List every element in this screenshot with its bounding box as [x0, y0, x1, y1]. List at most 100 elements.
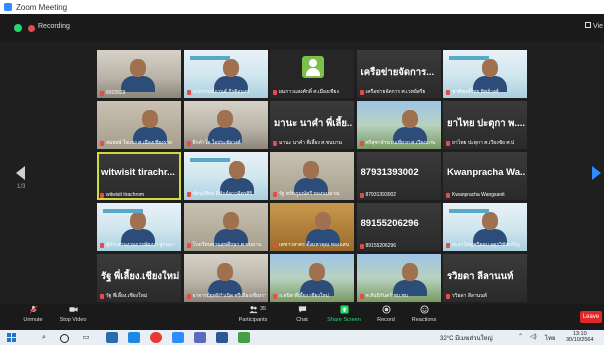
- video-camera-icon: [68, 307, 78, 312]
- participant-name-label: อาจารย์ยุทธิกำเนิด ศรีเมืองเชียงรา: [186, 292, 266, 300]
- language-indicator[interactable]: ไทย: [545, 333, 556, 343]
- participant-name-label: มานะ นาคำ พี่เลี้ยง ศ.ชนบาน: [273, 139, 352, 147]
- mic-muted-icon: [446, 293, 450, 299]
- zoom-app-icon[interactable]: [172, 332, 184, 343]
- reactions-button[interactable]: Reactions: [399, 305, 449, 323]
- view-button[interactable]: Vie: [585, 22, 603, 30]
- participant-name-label: ผมกาวแสงศักดิ์ ศ.เมืองเชียง: [273, 88, 352, 96]
- tray-chevron-icon[interactable]: ⌃: [518, 333, 523, 340]
- mic-muted-icon: [186, 140, 191, 146]
- participant-tile[interactable]: ผมกาวแสงศักดิ์ ศ.เมืองเชียง: [270, 50, 354, 98]
- participant-tile[interactable]: มานะ นาคำ พี่เลี้ย... มานะ นาคำ พี่เลี้ยง…: [270, 101, 354, 149]
- participant-display-name: Kwanpracha Wa...: [447, 167, 525, 178]
- mic-muted-icon: [273, 293, 277, 299]
- participants-button[interactable]: Participants: [228, 305, 278, 323]
- participant-tile[interactable]: ชาติพงษ์ไทย ทิพย์วงศ์: [443, 50, 527, 98]
- participant-tile[interactable]: ยะลาใหญ่ศรีตอบ จตุรวิชัยเจริญ: [443, 203, 527, 251]
- store-icon[interactable]: [128, 332, 140, 343]
- mic-muted-icon: [273, 89, 277, 95]
- file-explorer-icon[interactable]: [106, 332, 118, 343]
- participant-name: witwisit tirachrom: [106, 192, 145, 198]
- participant-name: ศรีสุชาจำนวนเที่ยวก ศ.เวียงแก่น: [365, 140, 436, 146]
- participant-tile[interactable]: 89155206296 89155206296: [356, 203, 441, 251]
- participant-name: อาจารย์ยุทธิกำเนิด ศรีเมืองเชียงรา: [192, 293, 266, 299]
- window-title: Zoom Meeting: [16, 2, 68, 12]
- windows-start-icon[interactable]: [7, 333, 16, 342]
- participant-tile[interactable]: Kwanpracha Wa... Kwanpracha Wangsanit: [443, 152, 527, 200]
- volume-icon[interactable]: ◁): [530, 333, 537, 340]
- participant-tile[interactable]: 8915529: [97, 50, 181, 98]
- zoom-logo-icon: [4, 3, 12, 11]
- participant-name: รัฐ พี่เลี้ยง.เชียงใหม่: [106, 293, 148, 299]
- participant-tile[interactable]: รัฐ ตรัทภูมณ์ศรี ทองนมมาณ: [270, 152, 354, 200]
- chrome-icon[interactable]: [150, 332, 162, 343]
- participant-name: ยึกคำโต ใจประชัยวงศ์: [192, 140, 241, 146]
- participant-display-name: รัฐ พี่เลี้ยง.เชียงใหม่: [101, 271, 179, 282]
- next-page-arrow-icon[interactable]: [592, 166, 601, 180]
- participant-face: [303, 161, 319, 179]
- previous-page-arrow-icon[interactable]: [16, 166, 25, 180]
- participant-tile[interactable]: ยาไทย ปะตุกา พ.... ยาไทย ปะตุกา ศ.เวียงชั…: [443, 101, 527, 149]
- participant-tile[interactable]: รัฐ พี่เลี้ยง.เชียงใหม่รัฐ พี่เลี้ยง.เชี…: [97, 254, 181, 302]
- participant-name-label: อ.สนิท พี่เลี้ยง.เชียงใหม่: [273, 292, 352, 300]
- participant-tile[interactable]: เครือข่ายจัดการ... เครือข่ายจัดการ ศ.เวทย…: [356, 50, 441, 98]
- participant-face: [482, 59, 498, 77]
- participant-name-label: ขัดนุปัติจง ดีพันธ์ดาวจิตรศิริ: [186, 190, 266, 198]
- cortana-icon[interactable]: [60, 334, 69, 343]
- leave-button[interactable]: Leave: [580, 311, 602, 323]
- participant-tile[interactable]: ผู้ประสานงานการพัฒนา ลูกมนา: [97, 203, 181, 251]
- stop-video-label: Stop Video: [59, 317, 87, 323]
- chat-label: Chat: [296, 317, 308, 323]
- participant-face: [309, 263, 325, 281]
- stop-video-button[interactable]: Stop Video: [48, 305, 98, 323]
- participant-tile[interactable]: ขัดนุปัติจง ดีพันธ์ดาวจิตรศิริ: [183, 152, 268, 200]
- participant-display-name: มานะ นาคำ พี่เลี้ย...: [274, 118, 352, 129]
- mic-muted-icon: [186, 191, 191, 197]
- participant-tile[interactable]: ศรีสุชาจำนวนเที่ยวก ศ.เวียงแก่น: [356, 101, 441, 149]
- participant-tile[interactable]: ยึกคำโต ใจประชัยวงศ์: [183, 101, 268, 149]
- participant-name-label: 8915529: [100, 90, 179, 96]
- record-icon: [381, 305, 391, 314]
- participant-display-name: witwisit tirachr...: [101, 167, 175, 178]
- participant-face: [222, 59, 239, 77]
- participant-tile[interactable]: รวิยดา ลีลานนท์ รวิยดา ลีลานนท์: [443, 254, 527, 302]
- participant-tile[interactable]: เตชาวสาคร ตั้งมหาคุณ ทองแสน: [270, 203, 354, 251]
- participant-name: เตชาวสาคร ตั้งมหาคุณ ทองแสน: [279, 242, 350, 248]
- task-view-icon[interactable]: ▭: [80, 332, 92, 343]
- participant-tile[interactable]: 87931393002 87931393002: [356, 152, 441, 200]
- participant-face: [482, 212, 498, 230]
- participant-name: มานะ นาคำ พี่เลี้ยง ศ.ชนบาน: [279, 140, 342, 146]
- teams-icon[interactable]: [194, 332, 206, 343]
- clock-date: 30/10/2564: [566, 337, 594, 343]
- smiley-icon: [419, 305, 429, 314]
- participant-name: 8915529: [106, 90, 126, 96]
- participant-display-name: ยาไทย ปะตุกา พ....: [447, 118, 525, 129]
- encryption-shield-icon[interactable]: [14, 24, 22, 32]
- participant-tile[interactable]: โรงเรียนพานสุขศึกษา ศ.ชนบาน: [183, 203, 268, 251]
- word-icon[interactable]: [216, 332, 228, 343]
- mic-muted-icon: [186, 293, 191, 299]
- participant-name-label: รัฐ พี่เลี้ยง.เชียงใหม่: [100, 292, 179, 300]
- participant-display-name: รวิยดา ลีลานนท์: [447, 271, 514, 282]
- mic-muted-icon: [359, 243, 364, 249]
- view-label: Vie: [593, 23, 603, 30]
- chat-bubble-icon: [298, 306, 306, 313]
- recording-label: Recording: [38, 23, 70, 30]
- system-clock[interactable]: 13:10 30/10/2564: [566, 331, 594, 343]
- participant-name: ชาติพงษ์ไทย ทิพย์วงศ์: [452, 89, 499, 95]
- mic-muted-icon: [100, 192, 104, 198]
- participant-name: อ.สนิท พี่เลี้ยง.เชียงใหม่: [279, 293, 329, 299]
- participant-tile[interactable]: ศ.สันนิรันดร์ ชบ.ชบ: [356, 254, 441, 302]
- participant-tile[interactable]: witwisit tirachr... witwisit tirachrom: [97, 152, 181, 200]
- search-icon[interactable]: ⌕: [38, 332, 50, 343]
- participant-tile[interactable]: อาจารย์ยุทธิกำเนิด ศรีเมืองเชียงรา: [183, 254, 268, 302]
- participant-face: [315, 212, 331, 230]
- participant-name: ศ.สันนิรันดร์ ชบ.ชบ: [365, 293, 408, 299]
- participant-face: [216, 263, 233, 281]
- weather-text[interactable]: 32°C มีเมฆส่วนใหญ่: [440, 333, 493, 343]
- participant-tile[interactable]: นายวรรณ์กานต์ กีรติอนงค์: [183, 50, 268, 98]
- line-app-icon[interactable]: [238, 332, 250, 343]
- participant-tile[interactable]: อ.สนิท พี่เลี้ยง.เชียงใหม่: [270, 254, 354, 302]
- participant-name-label: Kwanpracha Wangsanit: [446, 192, 525, 198]
- participant-tile[interactable]: สมพงษ์ ใจแจง ศ.เมืองเชียงราย: [97, 101, 181, 149]
